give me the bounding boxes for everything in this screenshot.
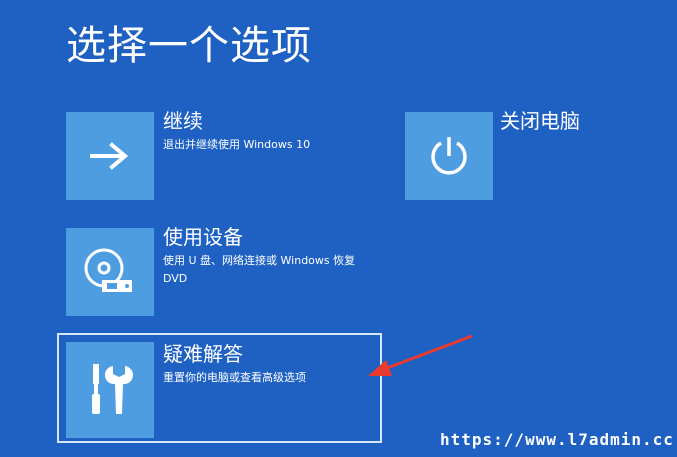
shutdown-title: 关闭电脑 (500, 109, 580, 133)
option-shutdown[interactable]: 关闭电脑 (405, 109, 635, 202)
option-continue[interactable]: 继续 退出并继续使用 Windows 10 (66, 109, 366, 202)
power-icon (431, 137, 467, 175)
page-title: 选择一个选项 (66, 23, 312, 69)
use-device-tile[interactable] (66, 228, 154, 316)
annotation-arrow (368, 334, 473, 376)
option-use-device[interactable]: 使用设备 使用 U 盘、网络连接或 Windows 恢复 DVD (66, 225, 386, 320)
continue-description: 退出并继续使用 Windows 10 (163, 138, 311, 151)
troubleshoot-title: 疑难解答 (163, 342, 243, 366)
tools-icon (92, 364, 134, 414)
arrow-right-icon (90, 142, 129, 170)
use-device-title: 使用设备 (163, 225, 243, 249)
troubleshoot-tile[interactable] (66, 342, 154, 438)
troubleshoot-description: 重置你的电脑或查看高级选项 (163, 371, 306, 384)
watermark: https://www.l7admin.cc (440, 430, 674, 449)
continue-title: 继续 (163, 109, 203, 133)
use-device-description: 使用 U 盘、网络连接或 Windows 恢复 DVD (163, 254, 356, 285)
disc-drive-icon (84, 248, 132, 292)
continue-tile[interactable] (66, 112, 154, 200)
shutdown-tile[interactable] (405, 112, 493, 200)
option-troubleshoot[interactable]: 疑难解答 重置你的电脑或查看高级选项 (57, 333, 382, 443)
